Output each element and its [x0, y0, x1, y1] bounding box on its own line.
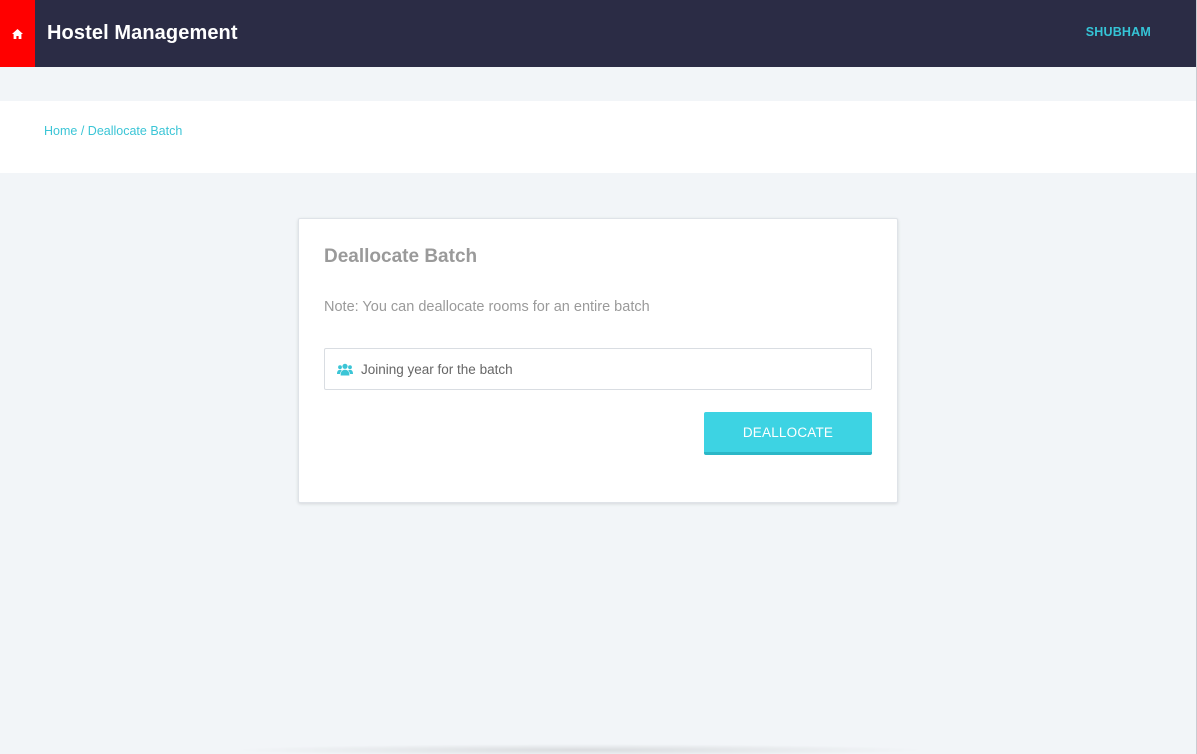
joining-year-field[interactable]: [324, 348, 872, 390]
breadcrumb-separator: /: [80, 124, 85, 138]
breadcrumb: Home / Deallocate Batch: [44, 124, 182, 138]
breadcrumb-current[interactable]: Deallocate Batch: [88, 124, 183, 138]
breadcrumb-home-link[interactable]: Home: [44, 124, 77, 138]
card-title: Deallocate Batch: [324, 246, 478, 267]
top-navbar: Hostel Management SHUBHAM: [0, 0, 1197, 67]
deallocate-card: Deallocate Batch Note: You can deallocat…: [298, 218, 898, 503]
joining-year-input[interactable]: [361, 361, 861, 377]
brand-title[interactable]: Hostel Management: [47, 22, 238, 45]
deallocate-button[interactable]: DEALLOCATE: [704, 412, 872, 455]
home-icon: [12, 28, 23, 39]
bottom-shadow: [230, 744, 930, 754]
breadcrumb-bar: Home / Deallocate Batch: [0, 101, 1197, 173]
user-menu[interactable]: SHUBHAM: [1086, 25, 1151, 39]
card-note: Note: You can deallocate rooms for an en…: [324, 299, 650, 315]
page: Hostel Management SHUBHAM Home / Dealloc…: [0, 0, 1197, 754]
home-button[interactable]: [0, 0, 35, 67]
users-icon: [337, 362, 353, 376]
